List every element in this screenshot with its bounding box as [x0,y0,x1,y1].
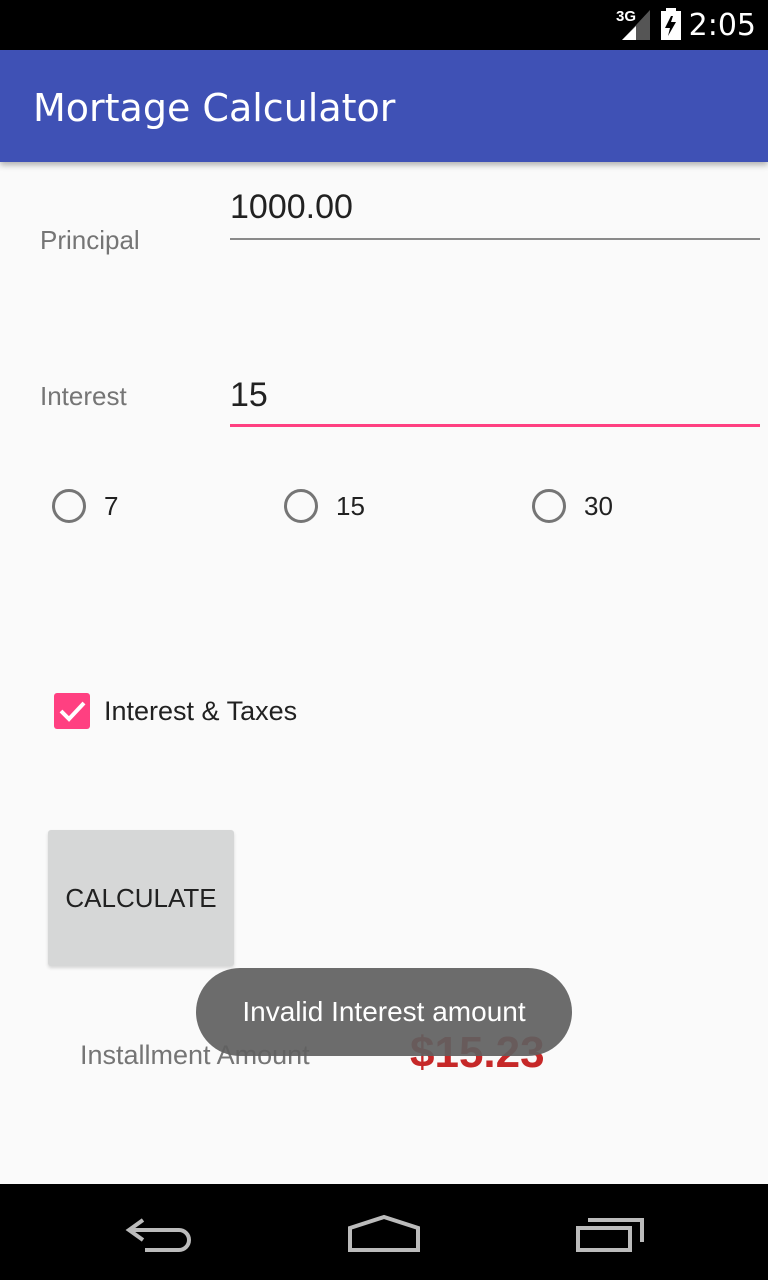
radio-circle-icon [284,489,318,523]
interest-label: Interest [40,381,127,411]
principal-field-container [230,178,760,240]
taxes-checkbox[interactable]: Interest & Taxes [54,693,297,729]
home-icon[interactable] [346,1214,422,1254]
radio-label: 7 [104,490,119,521]
radio-term-15[interactable]: 15 [284,485,365,527]
recents-icon[interactable] [574,1214,646,1254]
radio-term-30[interactable]: 30 [532,485,613,527]
calculate-button[interactable]: CALCULATE [48,830,234,966]
principal-input[interactable] [230,188,760,227]
signal-icon [622,10,650,40]
interest-input[interactable] [230,376,760,415]
clock: 2:05 [688,8,756,43]
radio-circle-icon [532,489,566,523]
radio-circle-icon [52,489,86,523]
principal-label: Principal [40,225,140,255]
app-title: Mortage Calculator [33,86,396,130]
back-icon[interactable] [125,1216,195,1256]
taxes-checkbox-label: Interest & Taxes [104,695,298,726]
radio-label: 15 [336,490,365,521]
navigation-bar [0,1184,768,1280]
status-bar: 3G 2:05 [0,0,768,50]
radio-label: 30 [584,490,613,521]
toast-message: Invalid Interest amount [196,968,572,1056]
battery-icon [661,8,681,40]
radio-term-7[interactable]: 7 [52,485,118,527]
checkbox-checked-icon [54,693,90,729]
app-bar: Mortage Calculator [0,50,768,162]
interest-field-container [230,364,760,427]
